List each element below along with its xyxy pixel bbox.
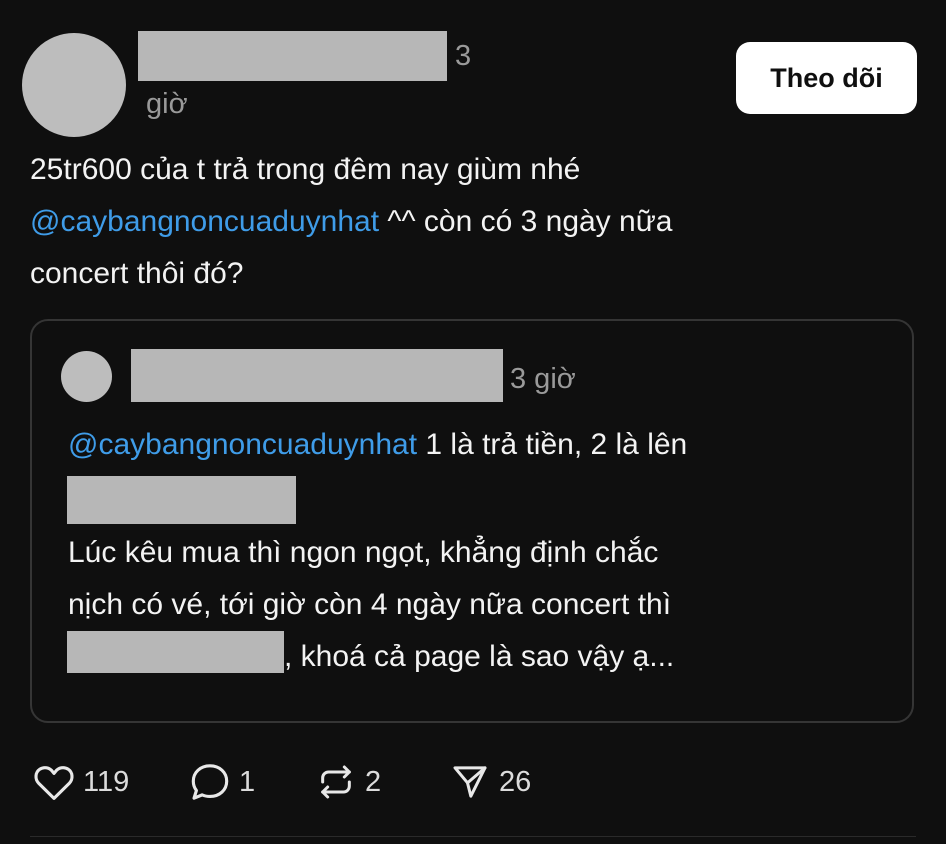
share-button[interactable]: 26	[449, 760, 531, 804]
follow-button[interactable]: Theo dõi	[736, 42, 917, 114]
author-avatar[interactable]	[22, 33, 126, 137]
quoted-text-redacted-2	[67, 631, 284, 673]
repost-count: 2	[365, 765, 382, 798]
post-text-line-1: 25tr600 của t trả trong đêm nay giùm nhé	[30, 153, 581, 186]
post-text-line-2: @caybangnoncuaduynhat ^^ còn có 3 ngày n…	[30, 197, 672, 247]
repost-button[interactable]: 2	[315, 760, 381, 804]
like-button[interactable]: 119	[33, 760, 129, 804]
quoted-text-line-1: @caybangnoncuaduynhat 1 là trả tiền, 2 l…	[68, 420, 687, 470]
post-divider	[30, 836, 916, 837]
quoted-text-line-1-rest: 1 là trả tiền, 2 là lên	[417, 428, 688, 461]
share-count: 26	[499, 765, 532, 798]
quoted-mention-link[interactable]: @caybangnoncuaduynhat	[68, 428, 417, 461]
reply-count: 1	[239, 765, 256, 798]
quoted-author-avatar[interactable]	[61, 351, 112, 402]
quoted-text-line-3: Lúc kêu mua thì ngon ngọt, khẳng định ch…	[68, 536, 659, 569]
heart-icon	[34, 766, 74, 800]
post-text-line-2-rest: ^^ còn có 3 ngày nữa	[379, 205, 673, 238]
quoted-author-name-redacted[interactable]	[131, 349, 503, 402]
send-icon	[453, 766, 487, 798]
quoted-text-line-5-rest: , khoá cả page là sao vậy ạ...	[284, 640, 675, 673]
mention-link[interactable]: @caybangnoncuaduynhat	[30, 205, 379, 238]
post-time-number: 3	[455, 40, 472, 72]
quoted-text-redacted-1	[67, 476, 296, 524]
quoted-post-time: 3 giờ	[510, 363, 576, 395]
post-time-unit: giờ	[146, 88, 188, 120]
post-text-line-3: concert thôi đó?	[30, 257, 244, 290]
like-count: 119	[83, 765, 130, 798]
author-name-redacted[interactable]	[138, 31, 447, 81]
quoted-text-line-4: nịch có vé, tới giờ còn 4 ngày nữa conce…	[68, 588, 672, 621]
comment-icon	[191, 764, 229, 800]
repost-icon	[321, 765, 351, 799]
reply-button[interactable]: 1	[189, 760, 255, 804]
